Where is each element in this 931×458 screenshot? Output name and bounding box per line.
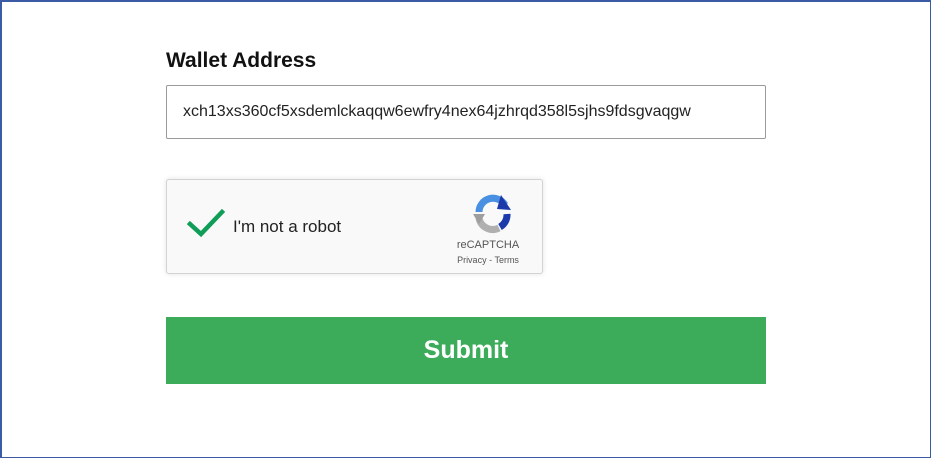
wallet-address-label: Wallet Address bbox=[166, 49, 317, 72]
checkmark-icon[interactable] bbox=[186, 204, 226, 244]
privacy-link[interactable]: Privacy bbox=[457, 255, 487, 265]
recaptcha-widget: I'm not a robot reCAPTCHA Privacy - Term… bbox=[166, 179, 543, 274]
recaptcha-brand: reCAPTCHA bbox=[456, 239, 520, 251]
links-separator: - bbox=[489, 255, 493, 265]
not-a-robot-label: I'm not a robot bbox=[233, 217, 342, 236]
recaptcha-logo-icon bbox=[473, 194, 511, 233]
submit-button[interactable]: Submit bbox=[166, 317, 766, 384]
recaptcha-links: Privacy - Terms bbox=[437, 255, 539, 265]
terms-link[interactable]: Terms bbox=[494, 255, 519, 265]
page-frame: Wallet Address I'm not a robot reCAPTCHA… bbox=[0, 0, 931, 458]
wallet-address-input[interactable] bbox=[166, 85, 766, 139]
